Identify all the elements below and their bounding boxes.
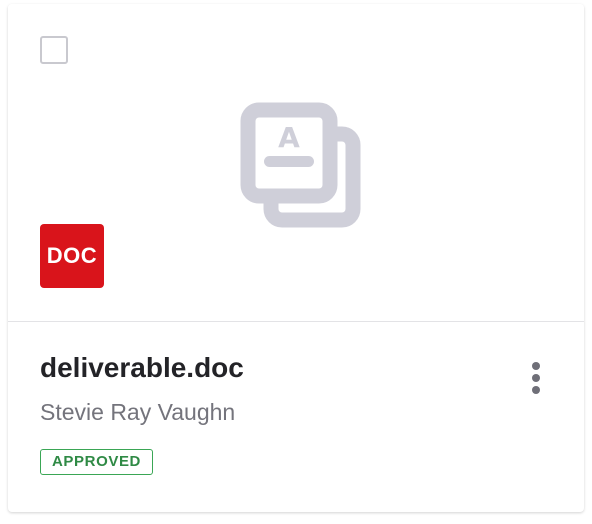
status-badge: APPROVED — [40, 449, 153, 475]
select-checkbox[interactable] — [40, 36, 68, 64]
file-author: Stevie Ray Vaughn — [40, 399, 236, 425]
more-vertical-icon[interactable] — [522, 358, 550, 398]
svg-text:A: A — [278, 121, 300, 154]
file-copy-icon: A — [240, 102, 361, 228]
file-type-badge: DOC — [40, 224, 104, 288]
file-name[interactable]: deliverable.doc — [40, 352, 244, 384]
file-preview[interactable]: A DOC — [8, 4, 584, 322]
file-info: deliverable.doc Stevie Ray Vaughn APPROV… — [8, 322, 584, 512]
file-card[interactable]: A DOC deliverable.doc Stevie Ray Vaughn … — [8, 4, 584, 512]
